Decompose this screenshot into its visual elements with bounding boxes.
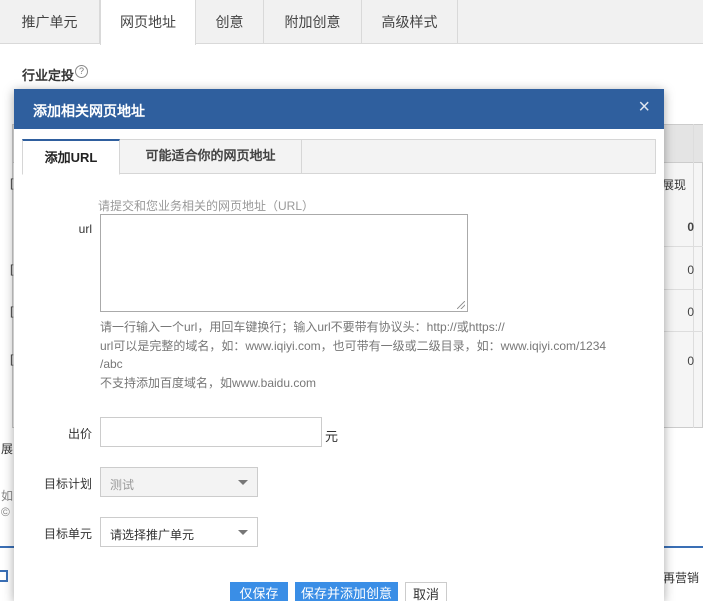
row-checkbox[interactable]: [ [10,304,13,318]
resize-handle-icon[interactable] [457,301,465,309]
row-checkbox[interactable]: [ [10,352,13,366]
url-hint: 请提交和您业务相关的网页地址（URL） [98,199,315,213]
url-help-line: /abc [100,357,123,371]
cell-value: 0 [687,305,694,319]
side-text: 如 [1,489,14,503]
url-help-line: url可以是完整的域名，如：www.iqiyi.com，也可带有一级或二级目录，… [100,339,607,353]
tab-suggested-urls[interactable]: 可能适合你的网页地址 [120,139,302,174]
tab-advanced-style[interactable]: 高级样式 [362,0,458,44]
dialog-header: 添加相关网页地址 × [14,89,664,129]
dialog-title: 添加相关网页地址 [33,103,145,119]
price-label: 出价 [67,427,92,441]
remarketing-link[interactable]: 再营销 [663,569,699,586]
column-header-impressions: 展现 [662,178,687,192]
side-text: 展 [1,442,14,456]
target-plan-value: 测试 [110,478,135,492]
url-textarea[interactable] [101,215,467,311]
page: 推广单元 网页地址 创意 附加创意 高级样式 行业定投 ? 展现 0 0 0 0… [0,0,703,601]
cell-value: 0 [687,354,694,368]
url-help-line: 不支持添加百度域名，如www.baidu.com [100,376,317,390]
tab-promotion-unit[interactable]: 推广单元 [0,0,100,44]
target-unit-select[interactable]: 请选择推广单元 [100,517,258,547]
cell-value: 0 [687,220,694,234]
add-url-dialog: 添加相关网页地址 × 添加URL 可能适合你的网页地址 请提交和您业务相关的网页… [14,89,664,601]
row-checkbox[interactable]: [ [10,176,13,190]
row-divider [664,246,703,247]
side-text: © [1,505,10,519]
price-input[interactable] [100,417,322,447]
price-unit: 元 [325,429,339,444]
row-divider [664,289,703,290]
tab-creative[interactable]: 创意 [196,0,264,44]
save-and-add-creative-button[interactable]: 保存并添加创意 [295,582,398,601]
close-icon[interactable]: × [638,96,650,119]
tab-extra-creative[interactable]: 附加创意 [264,0,362,44]
help-icon[interactable]: ? [75,65,88,78]
tab-webpage-address[interactable]: 网页地址 [100,0,196,45]
dialog-tab-bar: 添加URL 可能适合你的网页地址 [22,139,656,175]
target-plan-label: 目标计划 [43,477,92,491]
row-checkbox[interactable]: [ [10,262,13,276]
chevron-down-icon [238,530,248,535]
url-help-line: 请一行输入一个url，用回车键换行；输入url不要带有协议头：http://或h… [100,320,505,334]
save-only-button[interactable]: 仅保存 [230,582,288,601]
url-textarea-wrapper [100,214,468,312]
chevron-down-icon [238,480,248,485]
select-all-checkbox[interactable] [0,570,8,582]
cell-value: 0 [687,263,694,277]
tab-add-url[interactable]: 添加URL [22,139,120,175]
row-divider [664,331,703,332]
target-unit-value: 请选择推广单元 [110,528,195,542]
target-unit-label: 目标单元 [43,527,92,541]
url-label: url [78,222,92,236]
top-tab-bar: 推广单元 网页地址 创意 附加创意 高级样式 [0,0,703,45]
section-title: 行业定投 [22,68,75,83]
cancel-button[interactable]: 取消 [405,582,447,601]
target-plan-select[interactable]: 测试 [100,467,258,497]
